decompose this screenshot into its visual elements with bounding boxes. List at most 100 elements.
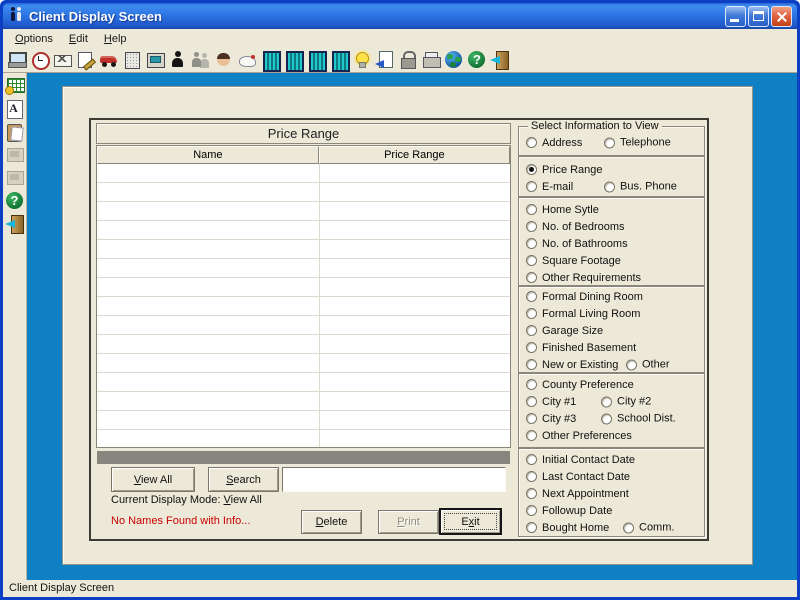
status-text: Client Display Screen — [9, 582, 114, 594]
note-icon[interactable] — [76, 50, 96, 70]
menu-help[interactable]: Help — [96, 31, 135, 47]
close-button[interactable] — [771, 6, 792, 27]
pad-icon[interactable] — [122, 50, 142, 70]
radio-city-1[interactable]: City #1 — [526, 393, 576, 410]
listing-door-icon[interactable] — [260, 50, 280, 70]
radio-bought-home[interactable]: Bought Home — [526, 519, 609, 536]
menu-help-rest: elp — [112, 33, 127, 45]
radio-row: County Preference — [519, 376, 704, 393]
person-icon[interactable] — [168, 50, 188, 70]
listing-door-icon[interactable] — [329, 50, 349, 70]
display-mode-label: Current Display Mode: — [111, 494, 224, 506]
mail-icon[interactable] — [53, 50, 73, 70]
radio-home-sytle[interactable]: Home Sytle — [526, 201, 599, 218]
radio-label: Initial Contact Date — [542, 454, 635, 466]
radio-comm[interactable]: Comm. — [623, 519, 674, 536]
radio-circle-icon — [526, 181, 537, 192]
radio-county-preference[interactable]: County Preference — [526, 376, 634, 393]
listing-door-icon[interactable] — [283, 50, 303, 70]
radio-row: Last Contact Date — [519, 468, 704, 485]
grid-icon[interactable] — [5, 76, 25, 96]
radio-circle-icon — [604, 181, 615, 192]
exit-icon[interactable] — [5, 214, 25, 234]
menu-options[interactable]: Options — [7, 31, 61, 47]
radio-other[interactable]: Other — [626, 356, 670, 373]
side-toolbar — [3, 73, 27, 580]
dove-icon[interactable] — [237, 50, 257, 70]
radio-circle-icon — [526, 522, 537, 533]
exit-icon[interactable] — [490, 50, 510, 70]
radio-circle-icon — [526, 342, 537, 353]
exit-button[interactable]: Exit — [439, 508, 502, 535]
radio-next-appointment[interactable]: Next Appointment — [526, 485, 629, 502]
radio-label: City #1 — [542, 396, 576, 408]
face-icon[interactable] — [214, 50, 234, 70]
computer-icon[interactable] — [7, 50, 27, 70]
view-all-button[interactable]: View All — [111, 467, 195, 492]
clipboard-icon[interactable] — [5, 122, 25, 142]
radio-circle-icon — [526, 488, 537, 499]
horizontal-scrollbar[interactable] — [97, 451, 510, 464]
delete-button[interactable]: Delete — [301, 510, 362, 534]
radio-school-dist[interactable]: School Dist. — [601, 410, 676, 427]
radio-circle-icon — [601, 413, 612, 424]
radio-label: Comm. — [639, 522, 674, 534]
radio-square-footage[interactable]: Square Footage — [526, 252, 621, 269]
help-icon[interactable] — [467, 50, 487, 70]
radio-label: Formal Dining Room — [542, 291, 643, 303]
search-input[interactable] — [282, 467, 506, 492]
table-body[interactable] — [97, 164, 510, 447]
radio-no-of-bathrooms[interactable]: No. of Bathrooms — [526, 235, 628, 252]
globe-icon[interactable] — [444, 50, 464, 70]
radio-label: County Preference — [542, 379, 634, 391]
radio-circle-icon — [526, 238, 537, 249]
radio-formal-living-room[interactable]: Formal Living Room — [526, 305, 640, 322]
radio-row: Finished Basement — [519, 339, 704, 356]
page-icon[interactable] — [375, 50, 395, 70]
title-bar[interactable]: Client Display Screen — [3, 3, 797, 29]
help-icon[interactable] — [5, 191, 25, 211]
font-icon[interactable] — [5, 99, 25, 119]
radio-other-preferences[interactable]: Other Preferences — [526, 427, 632, 444]
column-header-name[interactable]: Name — [97, 146, 319, 164]
radio-row: City #3 School Dist. — [519, 410, 704, 427]
clock-icon[interactable] — [30, 50, 50, 70]
radio-price-range[interactable]: Price Range — [526, 161, 603, 178]
radio-address[interactable]: Address — [526, 134, 582, 151]
column-header-price-range[interactable]: Price Range — [319, 146, 510, 164]
radio-finished-basement[interactable]: Finished Basement — [526, 339, 636, 356]
register-icon[interactable] — [145, 50, 165, 70]
listing-door-icon[interactable] — [306, 50, 326, 70]
radio-row: Formal Dining Room — [519, 288, 704, 305]
delete-rest: elete — [324, 516, 348, 528]
radio-new-or-existing[interactable]: New or Existing — [526, 356, 618, 373]
maximize-button[interactable] — [748, 6, 769, 27]
radio-formal-dining-room[interactable]: Formal Dining Room — [526, 288, 643, 305]
radio-telephone[interactable]: Telephone — [604, 134, 671, 151]
radio-other-requirements[interactable]: Other Requirements — [526, 269, 641, 286]
radio-followup-date[interactable]: Followup Date — [526, 502, 612, 519]
bulb-icon[interactable] — [352, 50, 372, 70]
menu-edit[interactable]: Edit — [61, 31, 96, 47]
printer-icon[interactable] — [421, 50, 441, 70]
radio-city-3[interactable]: City #3 — [526, 410, 576, 427]
status-bar: Client Display Screen — [3, 580, 797, 597]
screen-off-icon — [5, 145, 25, 165]
radio-e-mail[interactable]: E-mail — [526, 178, 573, 195]
radio-bus-phone[interactable]: Bus. Phone — [604, 178, 677, 195]
lock-icon[interactable] — [398, 50, 418, 70]
search-button[interactable]: Search — [208, 467, 279, 492]
radio-label: Bought Home — [542, 522, 609, 534]
radio-city-2[interactable]: City #2 — [601, 393, 651, 410]
radio-initial-contact-date[interactable]: Initial Contact Date — [526, 451, 635, 468]
info-panel-title: Select Information to View — [528, 120, 662, 132]
radio-row: No. of Bathrooms — [519, 235, 704, 252]
car-icon[interactable] — [99, 50, 119, 70]
radio-garage-size[interactable]: Garage Size — [526, 322, 603, 339]
radio-last-contact-date[interactable]: Last Contact Date — [526, 468, 630, 485]
radio-no-of-bedrooms[interactable]: No. of Bedrooms — [526, 218, 625, 235]
radio-row: Other Requirements — [519, 269, 704, 286]
minimize-button[interactable] — [725, 6, 746, 27]
radio-label: Other — [642, 359, 670, 371]
radio-label: Formal Living Room — [542, 308, 640, 320]
